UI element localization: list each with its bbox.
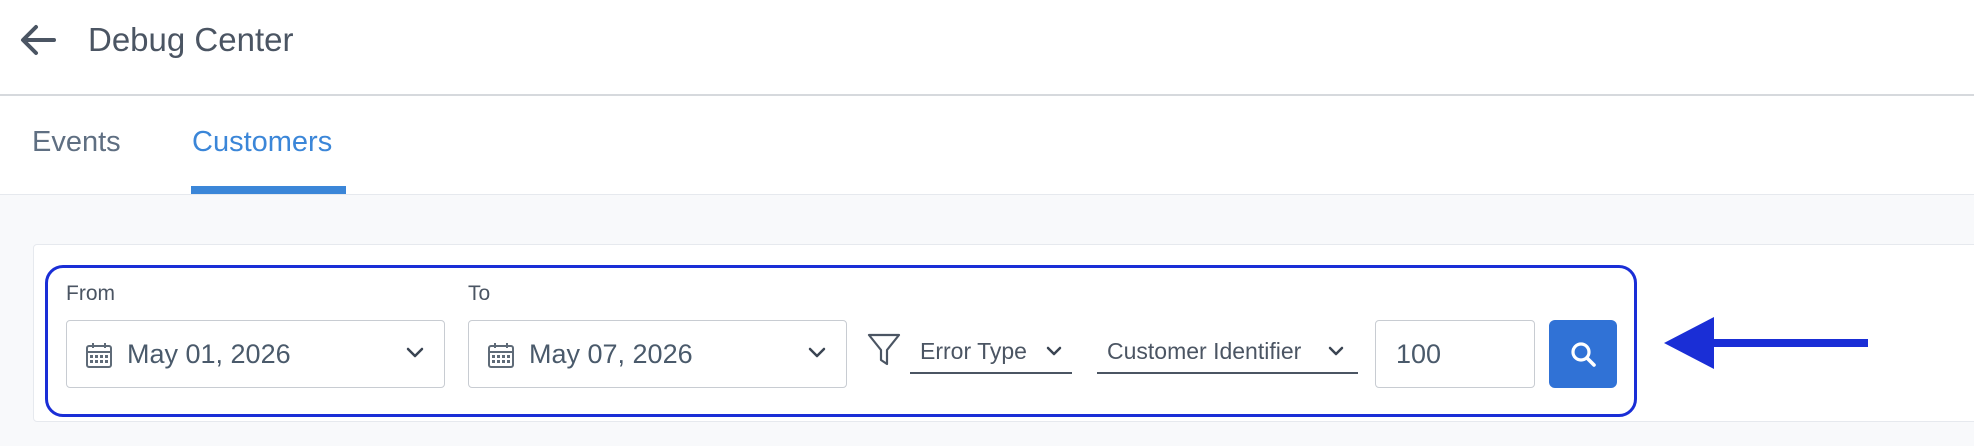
annotation-arrow-icon bbox=[1664, 317, 1868, 369]
tab-customers[interactable]: Customers bbox=[192, 122, 332, 162]
top-header: Debug Center bbox=[0, 0, 1974, 96]
active-tab-indicator bbox=[191, 186, 346, 194]
annotation-highlight-box bbox=[45, 265, 1637, 417]
tab-bar: Events Customers bbox=[0, 96, 1974, 195]
tab-events[interactable]: Events bbox=[32, 122, 121, 162]
back-button[interactable] bbox=[16, 20, 60, 60]
arrow-left-icon bbox=[21, 25, 56, 55]
page-title: Debug Center bbox=[88, 21, 294, 58]
